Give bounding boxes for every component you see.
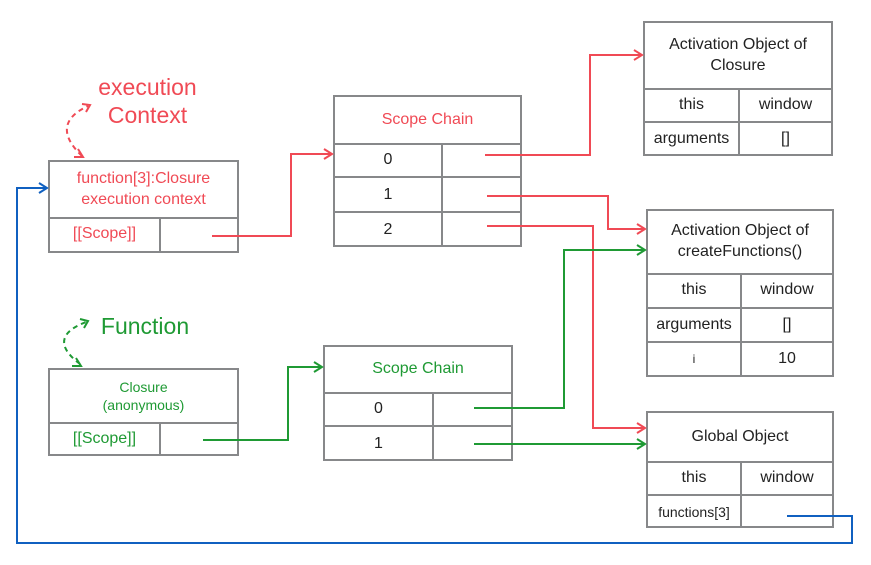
connector-layer: [16, 49, 853, 544]
arrow-functions-to-exec-context: [16, 187, 853, 544]
arrowhead: [313, 244, 647, 450]
arrow-closure-scope-to-chain2: [203, 366, 321, 441]
arrow-chain0-to-ao-closure: [485, 54, 641, 156]
arrowhead: [74, 103, 92, 158]
arrowhead: [323, 49, 647, 434]
arrow-chain2-0-to-ao-create: [474, 249, 644, 409]
arrow-chain2-to-global: [487, 225, 644, 429]
arrow-chain1-to-ao-create: [487, 195, 644, 230]
arrow-scope-to-chain1: [212, 153, 331, 237]
dashed-curve-arrow-icon: [65, 105, 89, 157]
dashed-curve-arrow-icon: [63, 321, 87, 365]
arrowhead: [72, 318, 90, 367]
